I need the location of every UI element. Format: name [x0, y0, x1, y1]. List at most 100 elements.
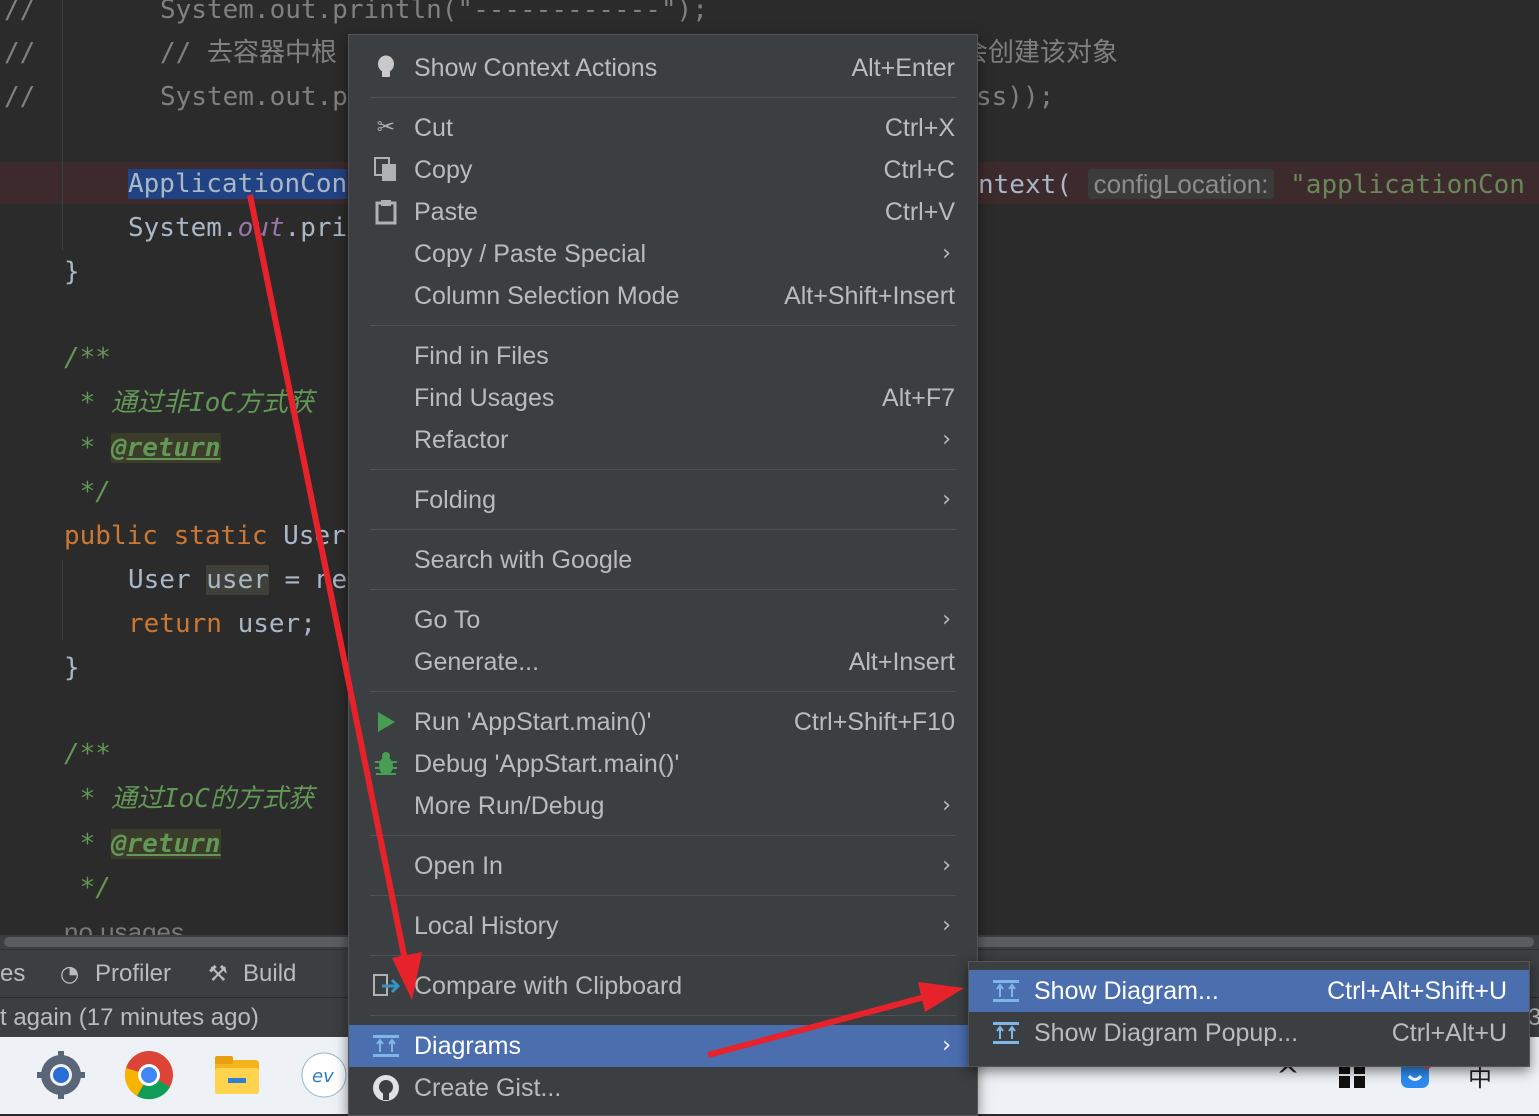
menu-item-shortcut: Alt+F7 — [882, 384, 955, 412]
tool-tab-profiler[interactable]: Profiler — [95, 960, 171, 988]
submenu-item-show-diagram[interactable]: Show Diagram... Ctrl+Alt+Shift+U — [969, 970, 1529, 1012]
editor-context-menu: Show Context Actions Alt+Enter ✂ Cut Ctr… — [348, 34, 978, 1116]
code-line: ntext( configLocation: "applicationCon — [978, 164, 1525, 204]
doc-comment: * @return — [64, 428, 221, 468]
menu-item-column-selection-mode[interactable]: Column Selection Mode Alt+Shift+Insert — [349, 275, 977, 317]
chevron-right-icon: › — [942, 607, 951, 632]
code-line: // 去容器中根 — [160, 38, 337, 68]
hammer-icon: ⚒ — [208, 962, 228, 987]
submenu-item-show-diagram-popup[interactable]: Show Diagram Popup... Ctrl+Alt+U — [969, 1012, 1529, 1054]
menu-separator — [370, 97, 956, 98]
tool-tab-partial[interactable]: es — [0, 960, 25, 988]
return-tag: @return — [110, 829, 221, 859]
diagrams-submenu: Show Diagram... Ctrl+Alt+Shift+U Show Di… — [968, 961, 1530, 1067]
code-line: return user; — [128, 604, 316, 644]
menu-item-go-to[interactable]: Go To › — [349, 599, 977, 641]
indent-guide — [62, 0, 63, 250]
menu-item-label: Find Usages — [414, 384, 555, 412]
code-text: ntext( — [978, 170, 1072, 200]
doc-comment: */ — [64, 873, 111, 903]
menu-item-label: Folding — [414, 486, 496, 514]
type-name: User — [283, 521, 346, 551]
compare-icon — [371, 965, 401, 1007]
code-text: .pri — [284, 213, 348, 243]
github-icon — [371, 1067, 401, 1109]
menu-item-copy-paste-special[interactable]: Copy / Paste Special › — [349, 233, 977, 275]
menu-separator — [370, 469, 956, 470]
menu-separator — [370, 325, 956, 326]
menu-item-more-run-debug[interactable]: More Run/Debug › — [349, 785, 977, 827]
menu-item-generate[interactable]: Generate... Alt+Insert — [349, 641, 977, 683]
menu-item-shortcut: Alt+Insert — [848, 648, 955, 676]
diagram-icon — [371, 1025, 401, 1067]
selected-text: ApplicationCon — [128, 169, 348, 199]
menu-item-open-in[interactable]: Open In › — [349, 845, 977, 887]
menu-item-find-in-files[interactable]: Find in Files — [349, 335, 977, 377]
menu-item-cut[interactable]: ✂ Cut Ctrl+X — [349, 107, 977, 149]
closing-brace: } — [64, 653, 80, 683]
tool-tab-build[interactable]: Build — [243, 960, 296, 988]
variable-usage: user — [206, 565, 269, 595]
submenu-item-shortcut: Ctrl+Alt+U — [1391, 1019, 1507, 1047]
keyword: public static — [64, 521, 284, 551]
string-literal: "applicationCon — [1290, 170, 1525, 200]
file-explorer-icon[interactable] — [211, 1049, 263, 1101]
menu-item-debug[interactable]: Debug 'AppStart.main()' — [349, 743, 977, 785]
menu-item-diagrams[interactable]: Diagrams › — [349, 1025, 977, 1067]
menu-item-label: Find in Files — [414, 342, 549, 370]
menu-item-label: Run 'AppStart.main()' — [414, 708, 652, 736]
doc-star: * — [64, 829, 111, 859]
menu-separator — [370, 529, 956, 530]
menu-item-folding[interactable]: Folding › — [349, 479, 977, 521]
menu-item-shortcut: Ctrl+C — [883, 156, 955, 184]
doc-comment: * 通过IoC的方式获 — [64, 784, 314, 814]
menu-item-search-with-google[interactable]: Search with Google — [349, 539, 977, 581]
menu-item-local-history[interactable]: Local History › — [349, 905, 977, 947]
chevron-right-icon: › — [942, 1033, 951, 1058]
menu-item-label: Cut — [414, 114, 453, 142]
menu-item-create-gist[interactable]: Create Gist... — [349, 1067, 977, 1109]
doc-comment: */ — [64, 477, 111, 507]
chevron-right-icon: › — [942, 241, 951, 266]
keyword: return — [128, 609, 238, 639]
menu-item-label: Column Selection Mode — [414, 282, 680, 310]
ev-recorder-icon[interactable]: ev — [298, 1049, 350, 1101]
type-name: User — [128, 565, 207, 595]
menu-item-label: More Run/Debug — [414, 792, 605, 820]
copy-icon — [371, 149, 401, 191]
paste-icon — [371, 191, 401, 233]
lightbulb-icon — [371, 47, 401, 89]
menu-item-compare-with-clipboard[interactable]: Compare with Clipboard — [349, 965, 977, 1007]
doc-comment: * 通过非IoC方式获 — [64, 388, 314, 418]
scissors-icon: ✂ — [376, 115, 396, 140]
menu-item-shortcut: Alt+Enter — [851, 54, 955, 82]
menu-item-label: Compare with Clipboard — [414, 972, 683, 1000]
menu-separator — [370, 1015, 956, 1016]
chevron-right-icon: › — [942, 853, 951, 878]
menu-separator — [370, 955, 956, 956]
menu-item-label: Diagrams — [414, 1032, 521, 1060]
diagram-icon — [991, 1012, 1021, 1054]
settings-gear-icon[interactable] — [35, 1049, 87, 1101]
chevron-right-icon: › — [942, 793, 951, 818]
menu-item-label: Show Context Actions — [414, 54, 658, 82]
menu-item-label: Refactor — [414, 426, 509, 454]
menu-item-paste[interactable]: Paste Ctrl+V — [349, 191, 977, 233]
menu-item-label: Copy / Paste Special — [414, 240, 647, 268]
static-field: out — [237, 213, 285, 243]
menu-item-find-usages[interactable]: Find Usages Alt+F7 — [349, 377, 977, 419]
menu-item-shortcut: Ctrl+X — [884, 114, 955, 142]
profiler-icon: ◔ — [60, 962, 80, 987]
menu-item-refactor[interactable]: Refactor › — [349, 419, 977, 461]
menu-item-label: Debug 'AppStart.main()' — [414, 750, 680, 778]
debug-icon — [371, 743, 401, 785]
menu-separator — [370, 589, 956, 590]
menu-item-label: Go To — [414, 606, 481, 634]
code-line: System.out.pri — [128, 208, 347, 248]
chrome-icon[interactable] — [123, 1049, 175, 1101]
comment-marker: // — [4, 82, 36, 112]
menu-item-show-context-actions[interactable]: Show Context Actions Alt+Enter — [349, 47, 977, 89]
menu-item-run[interactable]: Run 'AppStart.main()' Ctrl+Shift+F10 — [349, 701, 977, 743]
menu-item-copy[interactable]: Copy Ctrl+C — [349, 149, 977, 191]
doc-comment: * @return — [64, 824, 221, 864]
